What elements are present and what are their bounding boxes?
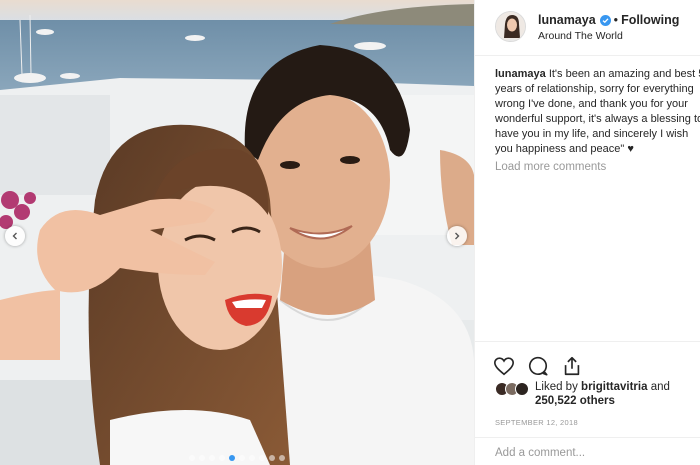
previous-photo-button[interactable] [5,226,25,246]
add-comment-input[interactable] [495,447,685,459]
carousel-dot [279,455,285,461]
carousel-dot [259,455,265,461]
following-button[interactable]: Following [621,13,679,27]
separator-dot: • [613,13,619,27]
chevron-right-icon [455,232,460,240]
location-link[interactable]: Around The World [538,30,623,42]
caption-line: It's been an amazing and best 5 [548,68,700,80]
likes-summary: Liked by brigittavitria and 250,522 othe… [495,380,670,408]
comment-icon[interactable] [527,355,549,377]
carousel-indicator [0,455,474,461]
caption-username-link[interactable]: lunamaya [495,68,546,80]
action-bar [475,341,700,376]
share-icon[interactable] [561,355,583,377]
post-header: lunamaya • Following Around The World [475,0,700,56]
username-link[interactable]: lunamaya [538,13,596,27]
caption-line: wrong I've done, and thank you for your [495,98,688,110]
post-caption: lunamaya It's been an amazing and best 5… [495,67,700,157]
instagram-post: lunamaya • Following Around The World lu… [0,0,700,465]
caption-line: years of relationship, sorry for everyth… [495,83,694,95]
carousel-dot [249,455,255,461]
carousel-dot [189,455,195,461]
liker-avatars[interactable] [495,382,529,408]
verified-badge-icon [599,14,611,26]
liked-by-user-link[interactable]: brigittavitria [581,381,647,393]
load-more-comments-button[interactable]: Load more comments [495,161,606,173]
comment-bar [475,437,700,465]
liker-avatar [515,382,529,396]
chevron-left-icon [12,232,17,240]
avatar[interactable] [495,11,526,42]
likes-text: Liked by brigittavitria and 250,522 othe… [535,380,670,408]
caption-line: wonderful support, it's always a blessin… [495,113,700,125]
carousel-dot [219,455,225,461]
carousel-dot-active [229,455,235,461]
next-photo-button[interactable] [447,226,467,246]
carousel-dot [199,455,205,461]
likes-count-link[interactable]: 250,522 others [535,395,615,407]
caption-line: you happiness and peace" ♥ [495,143,634,155]
liked-by-label: Liked by [535,381,578,393]
caption-line: have you in my life, and sincerely I wis… [495,128,689,140]
post-side-panel: lunamaya • Following Around The World lu… [474,0,700,465]
carousel-dot [209,455,215,461]
heart-icon[interactable] [493,355,515,377]
post-photo[interactable] [0,0,474,465]
couple-selfie-image [0,0,474,465]
liked-by-and: and [650,381,670,393]
carousel-dot [239,455,245,461]
profile-picture [496,12,525,41]
carousel-dot [269,455,275,461]
post-date[interactable]: September 12, 2018 [495,418,578,427]
